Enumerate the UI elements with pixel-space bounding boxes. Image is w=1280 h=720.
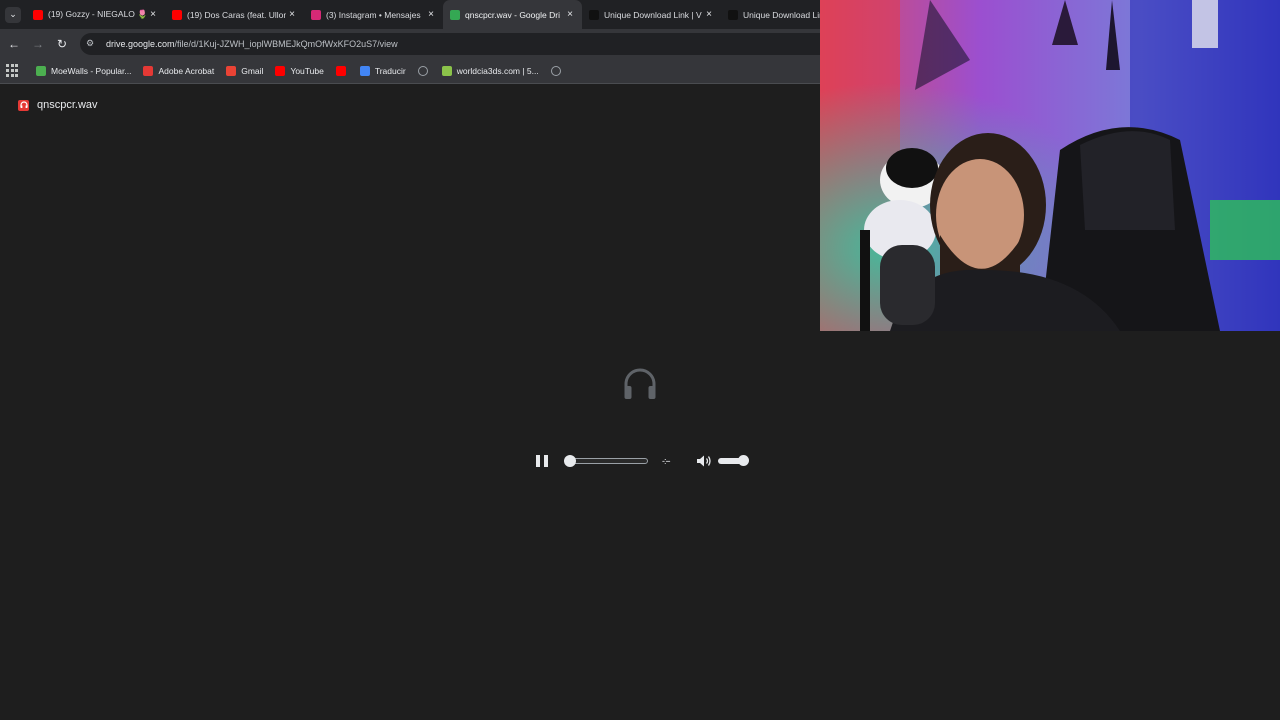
youtube-icon [335, 65, 346, 76]
instagram-icon [311, 9, 321, 20]
site-settings-icon[interactable]: ⚙ [86, 38, 100, 49]
gmail-icon [226, 65, 237, 76]
unique-icon [728, 9, 738, 20]
youtube-icon [275, 65, 286, 76]
close-icon[interactable]: × [147, 9, 159, 20]
bookmark-label: Adobe Acrobat [158, 65, 215, 76]
browser-tab[interactable]: (3) Instagram • Mensajes × [304, 0, 443, 29]
arrow-right-icon: → [32, 36, 44, 51]
close-icon[interactable]: × [286, 9, 298, 20]
apps-grid-icon[interactable] [6, 63, 20, 78]
acrobat-icon [143, 65, 154, 76]
globe-icon [550, 65, 561, 76]
bookmark-item[interactable]: Adobe Acrobat [143, 65, 215, 76]
close-icon[interactable]: × [564, 9, 576, 20]
google-drive-icon [450, 9, 460, 20]
chevron-down-icon: ⌄ [5, 6, 21, 23]
forward-button[interactable]: → [26, 32, 50, 56]
bookmark-item[interactable]: YouTube [275, 65, 324, 76]
webcam-overlay [820, 0, 1280, 331]
youtube-icon [172, 9, 182, 20]
audio-file-icon [18, 99, 29, 111]
seek-bar[interactable] [564, 455, 648, 467]
url-path: /file/d/1Kuj-JZWH_ioplWBMEJkQmOfWxKFO2uS… [174, 38, 398, 49]
bookmark-label: worldcia3ds.com | 5... [456, 65, 539, 76]
bookmark-item[interactable] [417, 65, 430, 76]
browser-tab-active[interactable]: qnscpcr.wav - Google Dri × [443, 0, 582, 29]
bookmark-item[interactable]: worldcia3ds.com | 5... [441, 65, 539, 76]
time-display: -:-- [662, 456, 671, 466]
tab-search-button[interactable]: ⌄ [0, 0, 26, 29]
bookmark-item[interactable]: Traducir [359, 65, 406, 76]
back-button[interactable]: ← [2, 32, 26, 56]
volume-slider[interactable] [718, 455, 749, 466]
tab-title: (19) Dos Caras (feat. Ullon [187, 9, 286, 20]
close-icon[interactable]: × [703, 9, 715, 20]
moewalls-icon [36, 65, 46, 76]
headphones-icon [624, 368, 656, 399]
file-header: qnscpcr.wav [18, 99, 98, 111]
url-host: drive.google.com [106, 38, 175, 49]
browser-tab[interactable]: (19) Gozzy - NIEGALO 🌷 × [26, 0, 165, 29]
reload-icon: ↻ [56, 36, 68, 51]
tab-list: (19) Gozzy - NIEGALO 🌷 × (19) Dos Caras (f… [26, 0, 860, 29]
globe-icon [417, 65, 428, 76]
volume-icon[interactable] [696, 454, 712, 468]
translate-icon [359, 65, 370, 76]
tab-title: (3) Instagram • Mensajes [326, 9, 421, 20]
pause-icon [536, 455, 540, 467]
tab-title: (19) Gozzy - NIEGALO 🌷 [48, 9, 147, 19]
browser-tab[interactable]: (19) Dos Caras (feat. Ullon × [165, 0, 304, 29]
arrow-left-icon: ← [8, 36, 20, 51]
bookmark-label: YouTube [290, 65, 324, 76]
tab-title: qnscpcr.wav - Google Dri [465, 9, 560, 20]
bookmark-item[interactable]: Gmail [226, 65, 264, 76]
tab-title: Unique Download Link | V [604, 9, 702, 20]
bookmark-label: Traducir [374, 65, 406, 76]
address-bar[interactable]: ⚙ drive.google.com/file/d/1Kuj-JZWH_iopl… [80, 32, 840, 55]
browser-tab[interactable]: Unique Download Link | V × [582, 0, 721, 29]
bookmark-list: MoeWalls - Popular... Adobe Acrobat Gmail Y… [36, 65, 575, 76]
screen: ⌄ (19) Gozzy - NIEGALO 🌷 × (19) Dos Caras … [0, 0, 1280, 720]
webcam-image [820, 0, 1280, 331]
reload-button[interactable]: ↻ [50, 32, 74, 56]
bookmark-label: Gmail [241, 65, 264, 76]
bookmark-item[interactable]: MoeWalls - Popular... [36, 65, 132, 76]
file-name: qnscpcr.wav [37, 99, 98, 111]
close-icon[interactable]: × [425, 9, 437, 20]
audio-player: -:-- [536, 453, 749, 469]
seek-handle[interactable] [564, 455, 576, 467]
bookmark-item[interactable] [335, 65, 348, 76]
worldcia-icon [441, 65, 452, 76]
pause-button[interactable] [536, 455, 548, 467]
bookmark-item[interactable] [550, 65, 563, 76]
bookmark-label: MoeWalls - Popular... [51, 65, 132, 76]
volume-handle[interactable] [738, 455, 749, 466]
unique-icon [589, 9, 599, 20]
youtube-icon [33, 9, 43, 20]
